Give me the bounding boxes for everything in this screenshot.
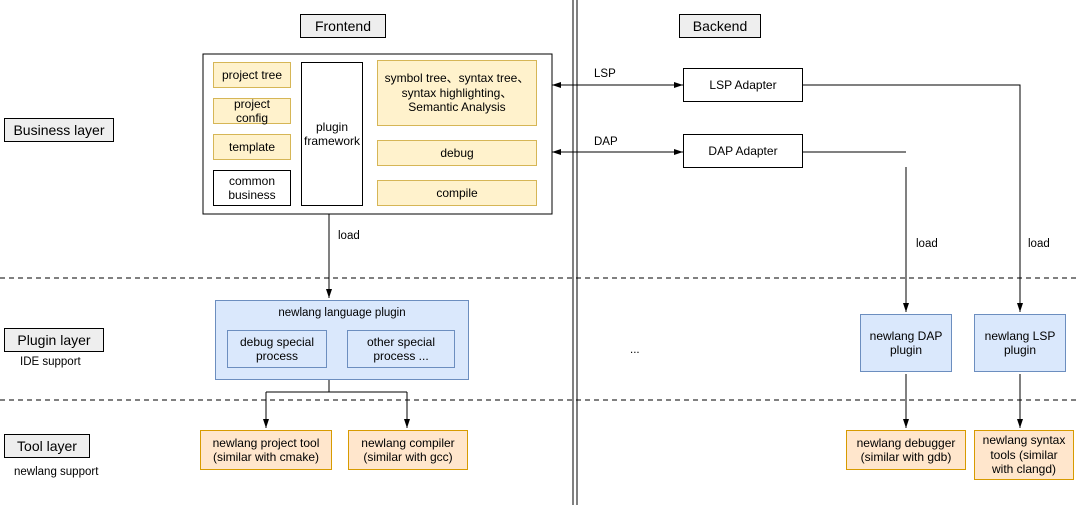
newlang-language-plugin-title: newlang language plugin (222, 307, 462, 321)
newlang-compiler-box: newlang compiler (similar with gcc) (348, 430, 468, 470)
newlang-debugger-box: newlang debugger (similar with gdb) (846, 430, 966, 470)
load-edge-label-3: load (1028, 238, 1050, 250)
newlang-syntax-tools-box: newlang syntax tools (similar with clang… (974, 430, 1074, 480)
other-special-process-box: other special process ... (347, 330, 455, 368)
backend-header: Backend (679, 14, 761, 38)
dap-adapter-box: DAP Adapter (683, 134, 803, 168)
plugin-layer-label: Plugin layer (4, 328, 104, 352)
lsp-adapter-box: LSP Adapter (683, 68, 803, 102)
debug-special-process-box: debug special process (227, 330, 327, 368)
syntax-box: symbol tree、syntax tree、syntax highlight… (377, 60, 537, 126)
plugin-layer-sub: IDE support (20, 356, 81, 368)
project-tree-box: project tree (213, 62, 291, 88)
template-box: template (213, 134, 291, 160)
business-layer-label: Business layer (4, 118, 114, 142)
lsp-edge-label: LSP (594, 68, 616, 80)
load-edge-label-2: load (916, 238, 938, 250)
tool-layer-label: Tool layer (4, 434, 90, 458)
newlang-lsp-plugin-box: newlang LSP plugin (974, 314, 1066, 372)
frontend-header: Frontend (300, 14, 386, 38)
compile-box: compile (377, 180, 537, 206)
project-config-box: project config (213, 98, 291, 124)
plugin-ellipsis: ... (630, 344, 640, 356)
tool-layer-sub: newlang support (14, 466, 98, 478)
newlang-dap-plugin-box: newlang DAP plugin (860, 314, 952, 372)
newlang-project-tool-box: newlang project tool (similar with cmake… (200, 430, 332, 470)
dap-edge-label: DAP (594, 136, 618, 148)
debug-box: debug (377, 140, 537, 166)
common-business-box: common business (213, 170, 291, 206)
load-edge-label-1: load (338, 230, 360, 242)
plugin-framework-box: plugin framework (301, 62, 363, 206)
